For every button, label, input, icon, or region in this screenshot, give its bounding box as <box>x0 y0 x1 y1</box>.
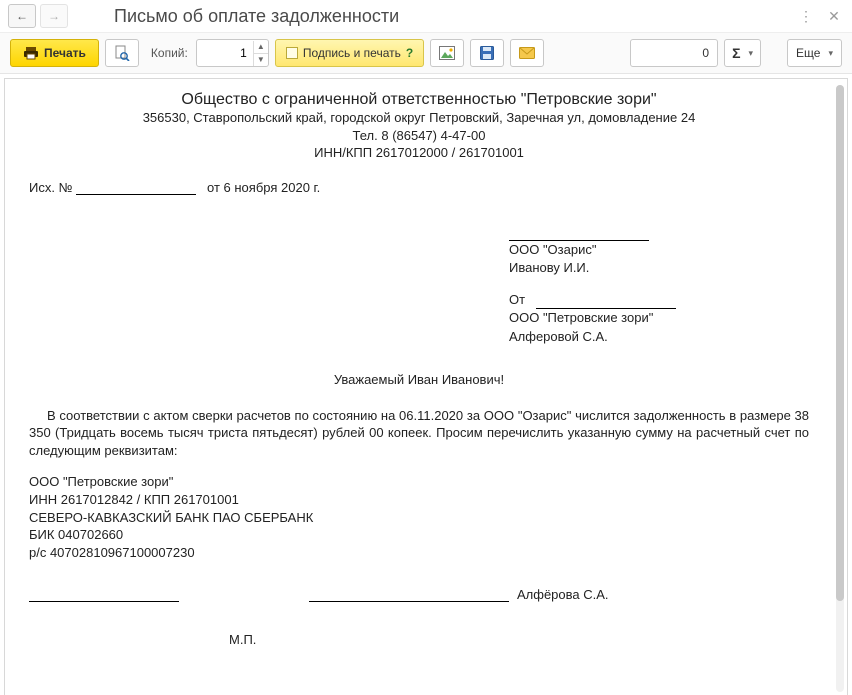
sum-display: 0 <box>630 39 718 67</box>
sign-and-stamp-button[interactable]: Подпись и печать ? <box>275 39 424 67</box>
org-inn-kpp: ИНН/КПП 2617012000 / 261701001 <box>29 144 809 162</box>
req-bank: СЕВЕРО-КАВКАЗСКИЙ БАНК ПАО СБЕРБАНК <box>29 509 809 527</box>
print-button[interactable]: Печать <box>10 39 99 67</box>
kebab-icon: ⋮ <box>799 8 813 25</box>
from-label: От <box>509 292 525 307</box>
window-menu-button[interactable]: ⋮ <box>796 6 816 26</box>
window-title: Письмо об оплате задолженности <box>114 6 399 27</box>
more-label: Еще <box>796 46 820 60</box>
magnifier-page-icon <box>114 45 130 61</box>
ref-date: от 6 ноября 2020 г. <box>207 180 320 195</box>
req-innkpp: ИНН 2617012842 / КПП 261701001 <box>29 491 809 509</box>
org-title: Общество с ограниченной ответственностью… <box>29 91 809 109</box>
org-phone: Тел. 8 (86547) 4-47-00 <box>29 127 809 145</box>
save-button[interactable] <box>470 39 504 67</box>
back-button[interactable]: ← <box>8 4 36 28</box>
to-person: Иванову И.И. <box>509 259 809 277</box>
from-org: ООО "Петровские зори" <box>509 309 809 327</box>
toolbar: Печать Копий: ▲ ▼ Подпись и печать ? <box>0 33 852 74</box>
from-person: Алферовой С.А. <box>509 328 809 346</box>
close-icon: ✕ <box>828 8 840 25</box>
scrollbar-thumb[interactable] <box>836 85 844 601</box>
copies-input[interactable] <box>197 46 253 60</box>
forward-button[interactable]: → <box>40 4 68 28</box>
document-viewport: Общество с ограниченной ответственностью… <box>4 78 848 695</box>
copies-label: Копий: <box>151 46 188 60</box>
image-icon <box>439 46 455 60</box>
copies-spinner[interactable]: ▲ ▼ <box>196 39 269 67</box>
email-button[interactable] <box>510 39 544 67</box>
titlebar: ← → Письмо об оплате задолженности ⋮ ✕ <box>0 0 852 33</box>
arrow-right-icon: → <box>48 9 60 23</box>
copies-down[interactable]: ▼ <box>254 54 268 66</box>
sum-menu-button[interactable]: Σ ▾ <box>724 39 761 67</box>
sign-label: Подпись и печать <box>303 46 401 60</box>
req-acc: р/с 40702810967100007230 <box>29 544 809 562</box>
checkbox-icon <box>286 47 298 59</box>
image-button[interactable] <box>430 39 464 67</box>
to-blank-line <box>509 226 649 241</box>
reference-line: Исх. № от 6 ноября 2020 г. <box>29 180 809 195</box>
recipient-block: ООО "Озарис" Иванову И.И. От ООО "Петров… <box>509 223 809 346</box>
document-scroll[interactable]: Общество с ограниченной ответственностью… <box>5 79 833 695</box>
sigma-icon: Σ <box>732 45 740 61</box>
copies-up[interactable]: ▲ <box>254 41 268 54</box>
print-label: Печать <box>44 46 86 60</box>
signature-row: Алфёрова С.А. <box>29 587 809 602</box>
ref-number-blank <box>76 180 196 195</box>
preview-button[interactable] <box>105 39 139 67</box>
document-body: Общество с ограниченной ответственностью… <box>29 91 809 647</box>
to-org: ООО "Озарис" <box>509 241 809 259</box>
stamp-placeholder: М.П. <box>229 632 809 647</box>
body-text: В соответствии с актом сверки расчетов п… <box>29 407 809 460</box>
from-blank-line <box>536 294 676 309</box>
chevron-down-icon: ▾ <box>749 48 754 59</box>
scrollbar[interactable] <box>836 85 844 692</box>
signer-name: Алфёрова С.А. <box>517 587 609 602</box>
close-button[interactable]: ✕ <box>824 6 844 26</box>
org-address: 356530, Ставропольский край, городской о… <box>29 109 809 127</box>
help-icon: ? <box>406 46 413 60</box>
requisites: ООО "Петровские зори" ИНН 2617012842 / К… <box>29 473 809 561</box>
more-button[interactable]: Еще ▾ <box>787 39 842 67</box>
ref-prefix: Исх. № <box>29 180 73 195</box>
envelope-icon <box>519 47 535 59</box>
salutation: Уважаемый Иван Иванович! <box>29 372 809 387</box>
printer-icon <box>23 46 39 60</box>
floppy-icon <box>480 46 494 60</box>
signature-slot-2 <box>309 587 509 602</box>
chevron-down-icon: ▾ <box>828 48 833 59</box>
req-org: ООО "Петровские зори" <box>29 473 809 491</box>
arrow-left-icon: ← <box>16 9 28 23</box>
signature-slot-1 <box>29 587 179 602</box>
req-bik: БИК 040702660 <box>29 526 809 544</box>
